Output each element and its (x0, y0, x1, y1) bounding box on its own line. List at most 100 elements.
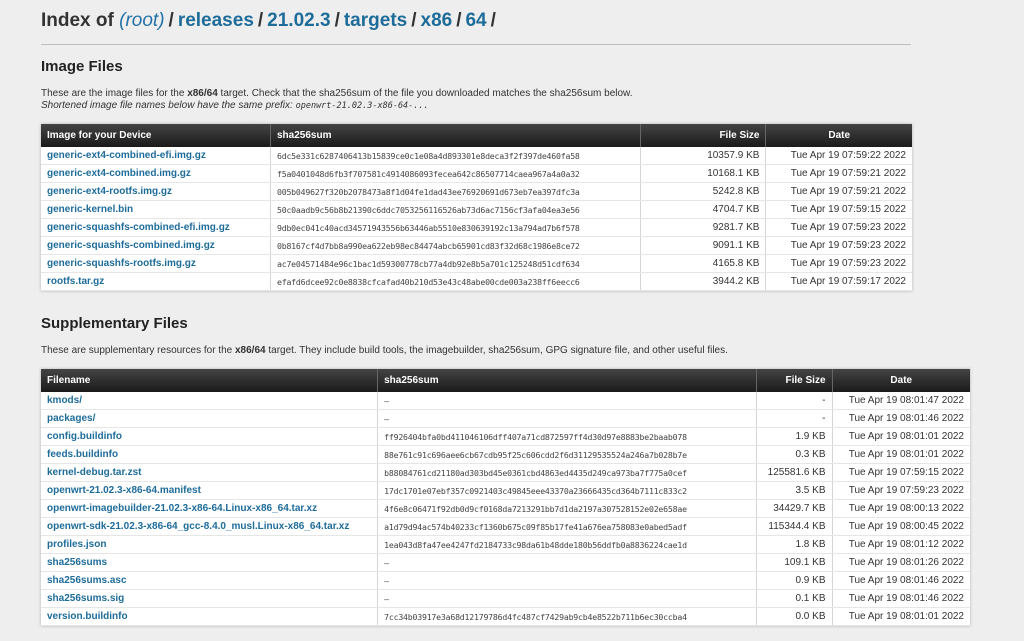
filename-prefix: openwrt-21.02.3-x86-64-... (295, 101, 429, 111)
file-size-cell: 34429.7 KB (756, 499, 833, 518)
col-header-date: Date (832, 369, 970, 392)
file-size-cell: - (756, 409, 833, 428)
date-cell: Tue Apr 19 08:01:47 2022 (832, 392, 970, 410)
page-title: Index of (root) / releases/21.02.3/targets… (41, 10, 500, 32)
file-link[interactable]: generic-ext4-combined-efi.img.gz (47, 150, 206, 161)
image-files-heading: Image Files (41, 58, 123, 75)
sha256-cell: 4f6e8c06471f92db0d9cf0168da7213291bb7d1d… (377, 499, 758, 518)
breadcrumb-x86-link[interactable]: x86 (421, 10, 453, 31)
date-cell: Tue Apr 19 08:01:46 2022 (832, 409, 970, 428)
file-name-cell: openwrt-imagebuilder-21.02.3-x86-64.Linu… (41, 499, 379, 518)
breadcrumb-targets-link[interactable]: targets (344, 10, 407, 31)
sha256-cell: – (377, 553, 758, 572)
supplementary-files-heading: Supplementary Files (41, 315, 188, 332)
file-link[interactable]: packages/ (47, 413, 95, 424)
date-cell: Tue Apr 19 08:01:01 2022 (832, 607, 970, 626)
table-row: generic-ext4-combined.img.gz f5a0401048d6… (41, 164, 912, 183)
date-cell: Tue Apr 19 07:59:23 2022 (832, 481, 970, 500)
table-row: sha256sums.sig –0.1 KB Tue Apr 19 08:01:46… (41, 589, 970, 608)
col-header-size: File Size (640, 124, 767, 147)
file-link[interactable]: generic-squashfs-rootfs.img.gz (47, 258, 196, 269)
table-row: rootfs.tar.gz efafd6dcee92c0e8838cfcafad4… (41, 272, 912, 291)
breadcrumb-releases-link[interactable]: releases (178, 10, 254, 31)
file-size-cell: 0.3 KB (756, 445, 833, 464)
file-link[interactable]: openwrt-imagebuilder-21.02.3-x86-64.Linu… (47, 503, 317, 514)
table-row: packages/ – - Tue Apr 19 08:01:46 2022 (41, 409, 970, 428)
file-size-cell: 0.1 KB (756, 589, 833, 608)
file-link[interactable]: feeds.buildinfo (47, 449, 118, 460)
file-size-cell: 109.1 KB (756, 553, 833, 572)
file-link[interactable]: rootfs.tar.gz (47, 276, 104, 287)
file-link[interactable]: profiles.json (47, 539, 106, 550)
breadcrumb-64-link[interactable]: 64 (465, 10, 486, 31)
file-name-cell: profiles.json (41, 535, 379, 554)
file-size-cell: 115344.4 KB (756, 517, 833, 536)
file-link[interactable]: generic-squashfs-combined.img.gz (47, 240, 215, 251)
sha256-cell: – (377, 571, 758, 590)
supplementary-files-table: Filename sha256sum File Size Date kmods/… (41, 369, 970, 626)
file-name-cell: config.buildinfo (41, 427, 379, 446)
sha256-cell: 7cc34b03917e3a68d12179786d4fc487cf7429ab… (377, 607, 758, 626)
table-row: generic-kernel.bin 50c0aadb9c56b8b21390c6… (41, 200, 912, 219)
file-size-cell: 1.8 KB (756, 535, 833, 554)
divider (41, 44, 911, 45)
file-name-cell: generic-ext4-rootfs.img.gz (41, 182, 271, 201)
file-size-cell: 125581.6 KB (756, 463, 833, 482)
date-cell: Tue Apr 19 08:00:13 2022 (832, 499, 970, 518)
file-size-cell: 3944.2 KB (640, 272, 767, 291)
file-link[interactable]: sha256sums.sig (47, 593, 124, 604)
breadcrumb-trailing: / (490, 10, 496, 31)
table-row: sha256sums.asc –0.9 KB Tue Apr 19 08:01:46… (41, 571, 970, 590)
file-link[interactable]: generic-squashfs-combined-efi.img.gz (47, 222, 230, 233)
file-link[interactable]: openwrt-sdk-21.02.3-x86-64_gcc-8.4.0_mus… (47, 521, 349, 532)
table-row: kernel-debug.tar.zst b88084761cd21180ad30… (41, 463, 970, 482)
title-prefix: Index of (41, 10, 114, 31)
file-link[interactable]: kmods/ (47, 395, 82, 406)
table-row: config.buildinfo ff926404bfa0bd411046106d… (41, 427, 970, 446)
table-row: generic-squashfs-combined-efi.img.gz 9db0… (41, 218, 912, 237)
file-name-cell: version.buildinfo (41, 607, 379, 626)
file-name-cell: sha256sums (41, 553, 379, 572)
date-cell: Tue Apr 19 08:00:45 2022 (832, 517, 970, 536)
file-size-cell: - (756, 392, 833, 410)
supplementary-description: These are supplementary resources for th… (41, 345, 728, 356)
file-link[interactable]: version.buildinfo (47, 611, 128, 622)
file-name-cell: sha256sums.sig (41, 589, 379, 608)
date-cell: Tue Apr 19 08:01:01 2022 (832, 445, 970, 464)
file-link[interactable]: generic-ext4-rootfs.img.gz (47, 186, 172, 197)
file-link[interactable]: kernel-debug.tar.zst (47, 467, 141, 478)
breadcrumb-root-link[interactable]: (root) (119, 10, 164, 31)
col-header-sha256: sha256sum (377, 369, 758, 392)
sha256-cell: – (377, 409, 758, 428)
file-link[interactable]: sha256sums.asc (47, 575, 127, 586)
file-size-cell: 4704.7 KB (640, 200, 767, 219)
sha256-cell: ff926404bfa0bd411046106dff407a71cd872597… (377, 427, 758, 446)
file-name-cell: kmods/ (41, 392, 379, 410)
file-name-cell: generic-ext4-combined-efi.img.gz (41, 147, 271, 165)
sha256-cell: 9db0ec041c40acd34571943556b63446ab5510e8… (270, 218, 642, 237)
sha256-cell: – (377, 589, 758, 608)
file-name-cell: packages/ (41, 409, 379, 428)
file-link[interactable]: config.buildinfo (47, 431, 122, 442)
date-cell: Tue Apr 19 07:59:21 2022 (765, 164, 912, 183)
sha256-cell: 005b049627f320b2078473a8f1d04fe1dad43ee7… (270, 182, 642, 201)
file-link[interactable]: generic-ext4-combined.img.gz (47, 168, 191, 179)
sha256-cell: 88e761c91c696aee6cb67cdb95f25c606cdd2f6d… (377, 445, 758, 464)
table-row: profiles.json 1ea043d8fa47ee4247fd2184733… (41, 535, 970, 554)
sha256-cell: a1d79d94ac574b40233cf1360b675c09f85b17fe… (377, 517, 758, 536)
table-row: feeds.buildinfo 88e761c91c696aee6cb67cdb9… (41, 445, 970, 464)
date-cell: Tue Apr 19 08:01:46 2022 (832, 571, 970, 590)
breadcrumb-version-link[interactable]: 21.02.3 (267, 10, 330, 31)
file-size-cell: 1.9 KB (756, 427, 833, 446)
file-link[interactable]: openwrt-21.02.3-x86-64.manifest (47, 485, 201, 496)
file-name-cell: generic-squashfs-rootfs.img.gz (41, 254, 271, 273)
file-link[interactable]: sha256sums (47, 557, 107, 568)
date-cell: Tue Apr 19 07:59:21 2022 (765, 182, 912, 201)
table-row: openwrt-21.02.3-x86-64.manifest 17dc1701e… (41, 481, 970, 500)
table-row: generic-squashfs-rootfs.img.gz ac7e045714… (41, 254, 912, 273)
table-row: generic-ext4-combined-efi.img.gz 6dc5e331… (41, 147, 912, 165)
file-link[interactable]: generic-kernel.bin (47, 204, 133, 215)
file-size-cell: 5242.8 KB (640, 182, 767, 201)
file-name-cell: generic-ext4-combined.img.gz (41, 164, 271, 183)
col-header-image: Image for your Device (41, 124, 271, 147)
